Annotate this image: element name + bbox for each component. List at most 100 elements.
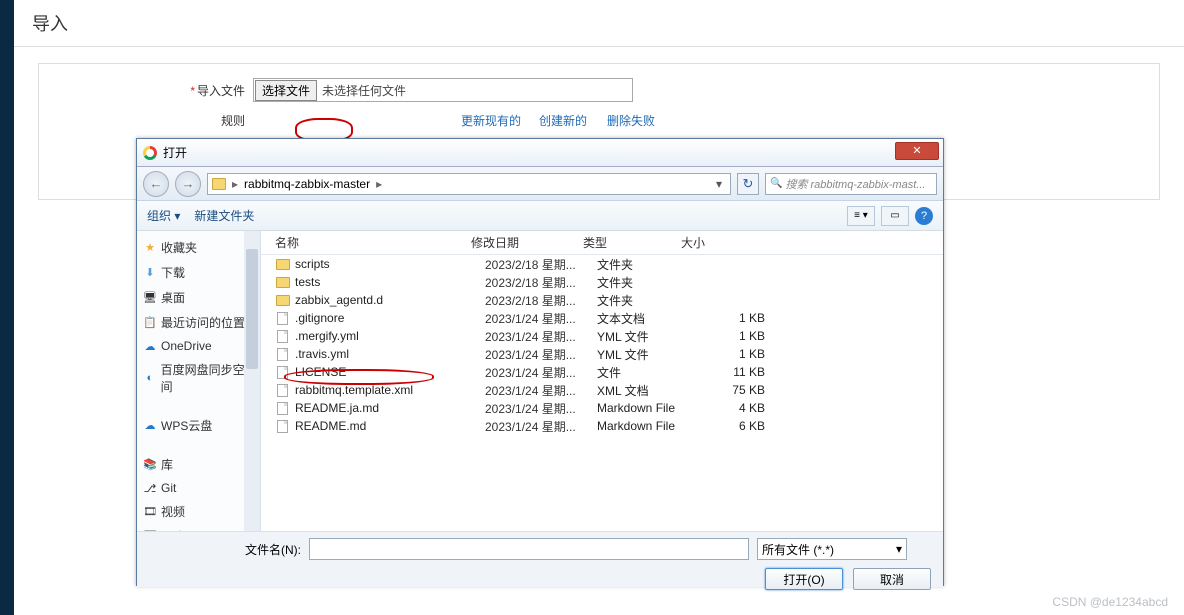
file-type: Markdown File (597, 419, 695, 433)
file-open-dialog: 打开 ✕ ← → ▸ rabbitmq-zabbix-master ▸ ▾ ↻ … (136, 138, 944, 586)
file-date: 2023/1/24 星期... (485, 346, 597, 363)
dialog-footer: 文件名(N): 所有文件 (*.*)▾ 打开(O) 取消 (137, 531, 943, 587)
file-row[interactable]: README.md2023/1/24 星期...Markdown File6 K… (261, 417, 943, 435)
open-button[interactable]: 打开(O) (765, 568, 843, 590)
sidebar-baidu[interactable]: ◐百度网盘同步空间 (137, 357, 260, 399)
file-date: 2023/2/18 星期... (485, 292, 597, 309)
file-name: .mergify.yml (295, 329, 485, 343)
sidebar-pictures[interactable]: 🖼图片 (137, 524, 260, 531)
file-row[interactable]: .travis.yml2023/1/24 星期...YML 文件1 KB (261, 345, 943, 363)
dialog-navbar: ← → ▸ rabbitmq-zabbix-master ▸ ▾ ↻ 搜索 ra… (137, 167, 943, 201)
file-size: 4 KB (695, 401, 785, 415)
file-icon (277, 384, 288, 397)
file-date: 2023/1/24 星期... (485, 310, 597, 327)
sidebar-recent[interactable]: 📋最近访问的位置 (137, 310, 260, 335)
file-type: 文件夹 (597, 256, 695, 273)
file-row[interactable]: .gitignore2023/1/24 星期...文本文档1 KB (261, 309, 943, 327)
choose-file-button[interactable]: 选择文件 (255, 80, 317, 101)
sidebar-downloads[interactable]: ⬇下载 (137, 260, 260, 285)
rules-columns: 更新现有的 创建新的 删除失败 (461, 112, 663, 129)
sidebar-wps[interactable]: ☁WPS云盘 (137, 409, 260, 438)
dialog-toolbar: 组织 ▾ 新建文件夹 ≡ ▾ ▭ ? (137, 201, 943, 231)
file-icon (277, 420, 288, 433)
file-row[interactable]: .mergify.yml2023/1/24 星期...YML 文件1 KB (261, 327, 943, 345)
cancel-button[interactable]: 取消 (853, 568, 931, 590)
file-date: 2023/1/24 星期... (485, 364, 597, 381)
file-size: 75 KB (695, 383, 785, 397)
filetype-select[interactable]: 所有文件 (*.*)▾ (757, 538, 907, 560)
help-button[interactable]: ? (915, 207, 933, 225)
nav-back-button[interactable]: ← (143, 171, 169, 197)
file-type: 文件 (597, 364, 695, 381)
file-date: 2023/1/24 星期... (485, 328, 597, 345)
file-icon (277, 330, 288, 343)
file-type: XML 文档 (597, 382, 695, 399)
file-row[interactable]: zabbix_agentd.d2023/2/18 星期...文件夹 (261, 291, 943, 309)
organize-menu[interactable]: 组织 ▾ (147, 207, 180, 224)
sidebar-scrollbar[interactable] (244, 231, 260, 531)
close-button[interactable]: ✕ (895, 142, 939, 160)
chrome-icon (143, 146, 157, 160)
file-date: 2023/2/18 星期... (485, 274, 597, 291)
sidebar: ★收藏夹 ⬇下载 🖥桌面 📋最近访问的位置 ☁OneDrive ◐百度网盘同步空… (137, 231, 261, 531)
file-size: 6 KB (695, 419, 785, 433)
file-column-headers[interactable]: 名称 修改日期 类型 大小 (261, 231, 943, 255)
file-type: YML 文件 (597, 346, 695, 363)
file-name: scripts (295, 257, 485, 271)
sidebar-git[interactable]: ⎇Git (137, 477, 260, 499)
file-size: 1 KB (695, 329, 785, 343)
no-file-text: 未选择任何文件 (318, 82, 406, 99)
file-icon (277, 312, 288, 325)
file-icon (277, 402, 288, 415)
file-name: tests (295, 275, 485, 289)
left-nav-strip (0, 0, 14, 615)
import-file-label: *导入文件 (53, 82, 253, 99)
sidebar-favorites[interactable]: ★收藏夹 (137, 231, 260, 260)
filename-input[interactable] (309, 538, 749, 560)
file-picker: 选择文件 未选择任何文件 (253, 78, 633, 102)
file-row[interactable]: LICENSE2023/1/24 星期...文件11 KB (261, 363, 943, 381)
file-name: rabbitmq.template.xml (295, 383, 485, 397)
file-icon (277, 348, 288, 361)
filename-label: 文件名(N): (245, 541, 301, 558)
preview-pane-button[interactable]: ▭ (881, 206, 909, 226)
breadcrumb-dropdown[interactable]: ▾ (712, 177, 726, 191)
file-date: 2023/2/18 星期... (485, 256, 597, 273)
watermark: CSDN @de1234abcd (1052, 595, 1168, 609)
file-name: README.md (295, 419, 485, 433)
view-mode-button[interactable]: ≡ ▾ (847, 206, 875, 226)
folder-icon (276, 277, 290, 288)
sidebar-videos[interactable]: 🎞视频 (137, 499, 260, 524)
file-name: .gitignore (295, 311, 485, 325)
breadcrumb-folder[interactable]: rabbitmq-zabbix-master (244, 177, 370, 191)
file-date: 2023/1/24 星期... (485, 418, 597, 435)
rules-label: 规则 (53, 112, 253, 129)
breadcrumb[interactable]: ▸ rabbitmq-zabbix-master ▸ ▾ (207, 173, 731, 195)
new-folder-button[interactable]: 新建文件夹 (194, 207, 254, 224)
file-size: 11 KB (695, 365, 785, 379)
file-row[interactable]: rabbitmq.template.xml2023/1/24 星期...XML … (261, 381, 943, 399)
file-type: YML 文件 (597, 328, 695, 345)
file-size: 1 KB (695, 347, 785, 361)
file-name: .travis.yml (295, 347, 485, 361)
search-input[interactable]: 搜索 rabbitmq-zabbix-mast... (765, 173, 937, 195)
sidebar-desktop[interactable]: 🖥桌面 (137, 285, 260, 310)
refresh-button[interactable]: ↻ (737, 173, 759, 195)
dialog-titlebar: 打开 ✕ (137, 139, 943, 167)
file-type: 文件夹 (597, 292, 695, 309)
dialog-body: ★收藏夹 ⬇下载 🖥桌面 📋最近访问的位置 ☁OneDrive ◐百度网盘同步空… (137, 231, 943, 531)
sidebar-libraries[interactable]: 📚库 (137, 448, 260, 477)
dialog-title: 打开 (163, 144, 187, 161)
nav-forward-button[interactable]: → (175, 171, 201, 197)
file-row[interactable]: README.ja.md2023/1/24 星期...Markdown File… (261, 399, 943, 417)
sidebar-onedrive[interactable]: ☁OneDrive (137, 335, 260, 357)
folder-icon (276, 259, 290, 270)
file-date: 2023/1/24 星期... (485, 382, 597, 399)
file-row[interactable]: tests2023/2/18 星期...文件夹 (261, 273, 943, 291)
file-name: README.ja.md (295, 401, 485, 415)
file-size: 1 KB (695, 311, 785, 325)
file-row[interactable]: scripts2023/2/18 星期...文件夹 (261, 255, 943, 273)
file-type: Markdown File (597, 401, 695, 415)
file-type: 文本文档 (597, 310, 695, 327)
file-name: LICENSE (295, 365, 485, 379)
